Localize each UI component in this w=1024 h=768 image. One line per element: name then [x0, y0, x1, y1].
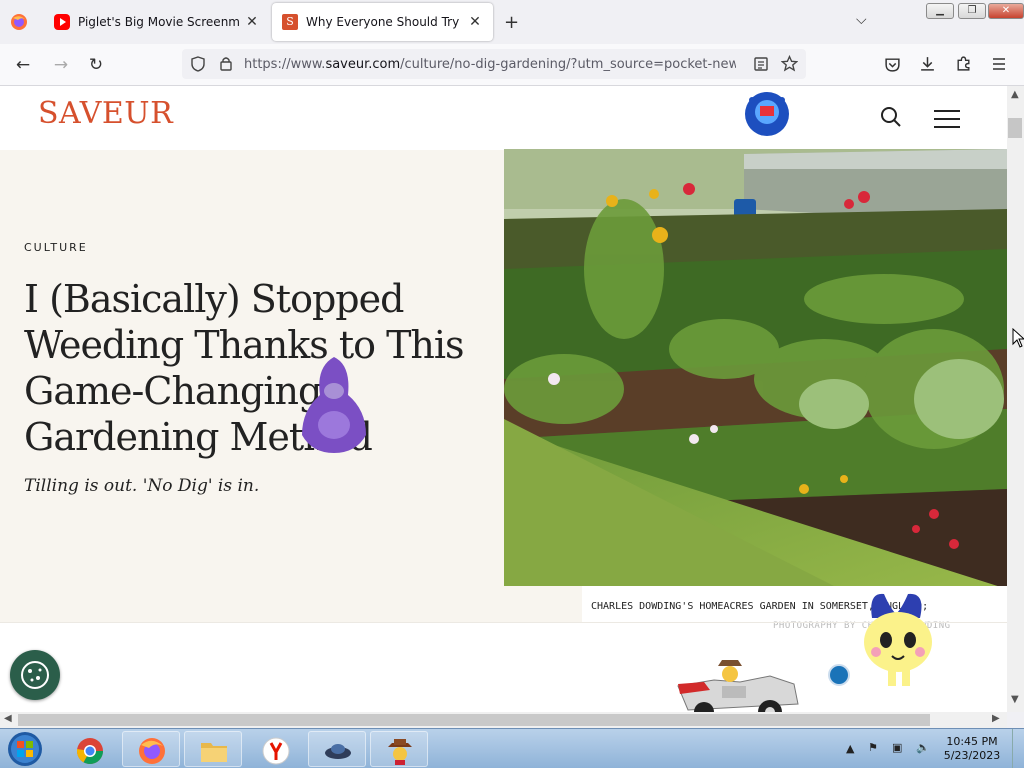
forward-button[interactable]: →: [50, 54, 72, 76]
taskbar: ▲ ⚑ ▣ 🔈 10:45 PM 5/23/2023: [0, 728, 1024, 768]
photo-caption: CHARLES DOWDING'S HOMEACRES GARDEN IN SO…: [582, 586, 1007, 631]
cowboy-icon: [388, 739, 412, 765]
horizontal-scrollbar[interactable]: ◀ ▶: [0, 712, 1007, 728]
garden-photo: [504, 149, 1007, 586]
mouse-cursor-icon: [1012, 327, 1024, 351]
search-icon[interactable]: [880, 106, 902, 131]
new-tab-icon[interactable]: +: [504, 12, 519, 33]
close-window-button[interactable]: ✕: [988, 3, 1024, 19]
list-all-tabs-icon[interactable]: ⌵: [856, 12, 867, 28]
taskbar-firefox[interactable]: [122, 731, 180, 767]
cookie-icon: [21, 661, 49, 689]
url-path: /culture/no-dig-gardening/?utm_source=po…: [400, 57, 736, 72]
clock-date: 5/23/2023: [943, 749, 1001, 762]
saveur-favicon-icon: S: [282, 14, 298, 30]
action-center-icon[interactable]: ⚑: [868, 741, 878, 754]
firefox-icon: [139, 738, 165, 764]
show-desktop-button[interactable]: [1012, 729, 1024, 768]
ufo-icon: [325, 744, 351, 759]
minimize-button[interactable]: ▁: [926, 3, 954, 19]
small-app-icon[interactable]: [828, 664, 850, 686]
youtube-icon: [54, 14, 70, 30]
tab-title: Piglet's Big Movie Screenmate (: [78, 15, 240, 29]
back-button[interactable]: ←: [12, 54, 34, 76]
lock-icon[interactable]: [218, 55, 234, 74]
pocket-icon[interactable]: [884, 56, 901, 76]
scroll-down-arrow-icon[interactable]: ▼: [1011, 694, 1019, 705]
navigation-toolbar: ← → ↻ https://www.saveur.com/culture/no-…: [0, 44, 1024, 86]
folder-icon: [201, 743, 227, 762]
url-text[interactable]: https://www.saveur.com/culture/no-dig-ga…: [244, 57, 736, 72]
vertical-scrollbar[interactable]: ▲ ▼: [1007, 86, 1024, 712]
tab-piglet[interactable]: Piglet's Big Movie Screenmate ( ✕: [44, 3, 270, 41]
downloads-icon[interactable]: [919, 55, 936, 75]
taskbar-screenmate-cowboy[interactable]: [370, 731, 428, 767]
divider: [0, 622, 1007, 623]
scroll-left-arrow-icon[interactable]: ◀: [4, 713, 12, 724]
chrome-icon: [76, 738, 104, 765]
taskbar-yandex[interactable]: [246, 731, 304, 767]
app-menu-icon[interactable]: [991, 56, 1007, 75]
vertical-scroll-thumb[interactable]: [1008, 118, 1022, 138]
taskbar-screenmate-ufo[interactable]: [308, 731, 366, 767]
tab-title: Why Everyone Should Try 'No D: [306, 15, 463, 29]
start-button[interactable]: [3, 730, 47, 768]
volume-muted-icon[interactable]: 🔈: [916, 741, 930, 754]
hamburger-menu-icon[interactable]: [934, 110, 960, 130]
close-tab-icon[interactable]: ✕: [244, 14, 260, 30]
taskbar-chrome[interactable]: [60, 731, 118, 767]
restore-button[interactable]: ❐: [958, 3, 986, 19]
reload-button[interactable]: ↻: [85, 54, 107, 76]
address-bar[interactable]: https://www.saveur.com/culture/no-dig-ga…: [182, 49, 806, 79]
tamagotchi-character-sprite[interactable]: [858, 588, 940, 695]
scroll-right-arrow-icon[interactable]: ▶: [992, 713, 1000, 724]
tab-saveur[interactable]: S Why Everyone Should Try 'No D ✕: [272, 3, 493, 41]
purple-character-sprite[interactable]: [296, 355, 372, 458]
show-hidden-icons-icon[interactable]: ▲: [846, 742, 854, 755]
cookie-settings-button[interactable]: [10, 650, 60, 700]
taskbar-file-explorer[interactable]: [184, 731, 242, 767]
scroll-up-arrow-icon[interactable]: ▲: [1011, 89, 1019, 100]
reader-view-icon[interactable]: [753, 56, 769, 75]
page-viewport: SAVEUR CULTURE I (Basically) Stopped Wee…: [0, 86, 1007, 712]
horizontal-scroll-thumb[interactable]: [18, 714, 930, 726]
network-icon[interactable]: ▣: [892, 741, 902, 754]
tab-strip: Piglet's Big Movie Screenmate ( ✕ S Why …: [0, 0, 1024, 44]
yandex-browser-icon: [262, 737, 290, 765]
device-sprite[interactable]: [742, 88, 792, 141]
shield-icon[interactable]: [190, 56, 206, 75]
extensions-icon[interactable]: [955, 55, 972, 75]
bookmark-star-icon[interactable]: [780, 54, 799, 75]
system-clock[interactable]: 10:45 PM 5/23/2023: [942, 735, 1002, 763]
article-headline: I (Basically) Stopped Weeding Thanks to …: [24, 277, 465, 459]
article-category[interactable]: CULTURE: [24, 241, 88, 254]
article-dek: Tilling is out. 'No Dig' is in.: [24, 476, 260, 496]
url-prefix: https://www.: [244, 57, 326, 72]
clock-time: 10:45 PM: [946, 735, 998, 748]
saveur-logo[interactable]: SAVEUR: [38, 96, 173, 131]
site-header: SAVEUR: [0, 86, 1007, 150]
firefox-view-icon[interactable]: [10, 13, 28, 31]
screen: { "browser": { "tabs": [ {"title": "Pigl…: [0, 0, 1024, 768]
url-domain: saveur.com: [325, 57, 401, 72]
close-tab-icon[interactable]: ✕: [467, 14, 483, 30]
